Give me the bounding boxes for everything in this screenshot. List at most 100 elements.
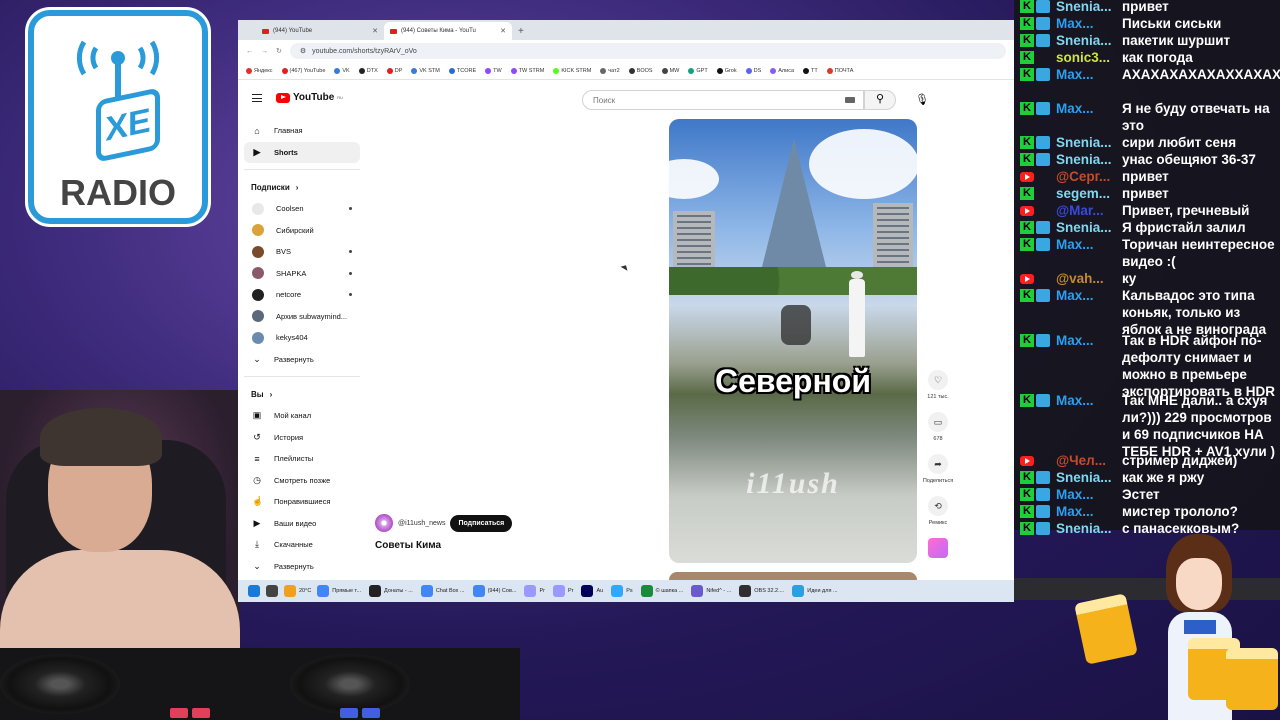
- taskbar-app[interactable]: (944) Сов...: [472, 585, 516, 597]
- bookmark-item[interactable]: (467) YouTube: [281, 67, 325, 74]
- bookmark-item[interactable]: VK STM: [411, 67, 440, 74]
- subscription-item[interactable]: Архив subwaymind...: [244, 306, 360, 328]
- chat-message: K Max... Так в HDR айфон по-дефолту снимае…: [1020, 332, 1276, 400]
- sidebar-item-channel[interactable]: ▣ Мой канал: [244, 405, 360, 427]
- taskbar-app[interactable]: Chat Box ...: [420, 585, 465, 597]
- bookmark-item[interactable]: Grok: [716, 67, 737, 74]
- tab-shorts[interactable]: (944) Советы Кима - YouTu ✕: [384, 22, 512, 40]
- expand-label: Развернуть: [274, 561, 314, 571]
- keyboard-icon[interactable]: [845, 97, 855, 103]
- shorts-icon: ▶: [253, 146, 261, 157]
- sidebar-item-playlist[interactable]: ≡ Плейлисты: [244, 448, 360, 470]
- sidebar-item-download[interactable]: ⤓ Скачанные: [244, 534, 360, 556]
- chat-nick: @Mar...: [1056, 203, 1104, 218]
- subscription-item[interactable]: netcore: [244, 284, 360, 306]
- bookmark-item[interactable]: MW: [661, 67, 679, 74]
- subscriptions-label: Подписки: [251, 182, 290, 192]
- expand-you-button[interactable]: ⌄ Развернуть: [244, 556, 360, 578]
- you-header[interactable]: Вы ›: [244, 383, 360, 405]
- taskbar-app[interactable]: Идеи для ...: [792, 585, 838, 597]
- taskview-icon[interactable]: [266, 585, 278, 597]
- bookmark-item[interactable]: TT: [803, 67, 818, 74]
- remix-icon[interactable]: ⟲: [928, 496, 948, 516]
- subscription-item[interactable]: Coolsen: [244, 198, 360, 220]
- new-tab-icon[interactable]: +: [518, 26, 524, 37]
- weather-widget[interactable]: 20°C: [284, 585, 311, 597]
- mic-icon[interactable]: 🎙: [912, 90, 932, 110]
- subscription-item[interactable]: Сибирский: [244, 220, 360, 242]
- youtube-logo[interactable]: YouTube RU: [276, 92, 343, 103]
- search-input[interactable]: Поиск: [582, 90, 864, 110]
- short-title[interactable]: Советы Кима: [375, 540, 441, 551]
- bookmark-item[interactable]: Яндекс: [246, 67, 273, 74]
- menu-icon[interactable]: [252, 94, 262, 102]
- short-video[interactable]: Северной i11ush: [669, 119, 917, 563]
- sound-thumbnail[interactable]: [928, 538, 948, 558]
- like-icon[interactable]: ♡: [928, 370, 948, 390]
- bookmark-item[interactable]: TW STRM: [510, 67, 544, 74]
- taskbar-app[interactable]: Прямые т...: [317, 585, 361, 597]
- taskbar-app[interactable]: Pr: [552, 585, 573, 597]
- subscription-item[interactable]: kekys404: [244, 327, 360, 349]
- sidebar-item-shorts[interactable]: ▶ Shorts: [244, 141, 360, 163]
- divider: [244, 376, 360, 377]
- bookmark-item[interactable]: TCORE: [448, 67, 476, 74]
- sidebar-item-video[interactable]: ▶ Ваши видео: [244, 513, 360, 535]
- bookmark-item[interactable]: TW: [485, 67, 502, 74]
- bookmark-item[interactable]: чат2: [600, 67, 620, 74]
- close-icon[interactable]: ✕: [500, 27, 506, 35]
- comment-icon[interactable]: ▭: [928, 412, 948, 432]
- comment-action[interactable]: ▭ 678: [920, 412, 956, 454]
- subscribe-button[interactable]: Подписаться: [450, 514, 513, 532]
- taskbar-app[interactable]: Pr: [524, 585, 545, 597]
- channel-avatar[interactable]: [375, 514, 393, 532]
- bookmark-item[interactable]: BOOS: [628, 67, 653, 74]
- reload-icon[interactable]: ↻: [276, 47, 282, 55]
- like-action[interactable]: ♡ 121 тыс.: [920, 370, 956, 412]
- chat-text: Так в HDR айфон по-дефолту снимает и мож…: [1122, 333, 1276, 399]
- sidebar-item-home[interactable]: ⌂ Главная: [244, 120, 360, 142]
- channel-avatar: [252, 267, 264, 280]
- back-icon[interactable]: ←: [246, 48, 253, 55]
- remix-action[interactable]: ⟲ Ремикс: [920, 496, 956, 538]
- subscriber-badge-icon: [1036, 238, 1050, 251]
- start-icon[interactable]: [248, 585, 260, 597]
- taskbar-app[interactable]: Ps: [611, 585, 633, 597]
- tab-youtube[interactable]: (944) YouTube ✕: [256, 22, 384, 40]
- tab-label: (944) YouTube: [273, 28, 313, 34]
- share-icon[interactable]: ➦: [928, 454, 948, 474]
- kick-icon: K: [1020, 238, 1034, 251]
- bookmark-item[interactable]: GPT: [688, 67, 708, 74]
- channel-row: @i11ush_news Подписаться: [375, 514, 513, 532]
- channel-name[interactable]: @i11ush_news: [398, 520, 445, 527]
- bookmark-item[interactable]: DP: [386, 67, 402, 74]
- subscriptions-header[interactable]: Подписки ›: [244, 176, 360, 198]
- subscription-item[interactable]: BVS: [244, 241, 360, 263]
- taskbar-app[interactable]: © шапка ...: [640, 585, 683, 597]
- kick-icon: K: [1020, 289, 1034, 302]
- subscription-item[interactable]: SHAPKA: [244, 263, 360, 285]
- expand-subscriptions-button[interactable]: ⌄ Развернуть: [244, 349, 360, 371]
- site-info-icon[interactable]: ⚙: [300, 47, 306, 55]
- sidebar-item-like[interactable]: ☝ Понравившиеся: [244, 491, 360, 513]
- bookmark-item[interactable]: DS: [745, 67, 761, 74]
- taskbar-app[interactable]: OBS 32.2....: [739, 585, 784, 597]
- taskbar-app-label: Идеи для ...: [807, 588, 838, 594]
- bookmark-item[interactable]: VK: [334, 67, 350, 74]
- share-action[interactable]: ➦ Поделиться: [920, 454, 956, 496]
- bookmark-item[interactable]: ПОЧТА: [826, 67, 853, 74]
- close-icon[interactable]: ✕: [372, 27, 378, 35]
- url-field[interactable]: ⚙ youtube.com/shorts/tzyRArV_oVo: [289, 43, 1006, 59]
- search-button[interactable]: ⚲: [864, 90, 896, 110]
- taskbar-app[interactable]: Nifed^ - ...: [691, 585, 731, 597]
- kick-icon: K: [1020, 505, 1034, 518]
- taskbar-app[interactable]: Au: [581, 585, 603, 597]
- forward-icon[interactable]: →: [261, 48, 268, 55]
- taskbar-app[interactable]: Донаты - ...: [369, 585, 413, 597]
- bookmark-item[interactable]: DTX: [358, 67, 378, 74]
- chat-text: Кальвадос это типа коньяк, только из ябл…: [1122, 288, 1267, 337]
- sidebar-item-clock[interactable]: ◷ Смотреть позже: [244, 470, 360, 492]
- bookmark-item[interactable]: Алиса: [770, 67, 794, 74]
- bookmark-item[interactable]: KICK STRM: [553, 67, 591, 74]
- sidebar-item-history[interactable]: ↺ История: [244, 427, 360, 449]
